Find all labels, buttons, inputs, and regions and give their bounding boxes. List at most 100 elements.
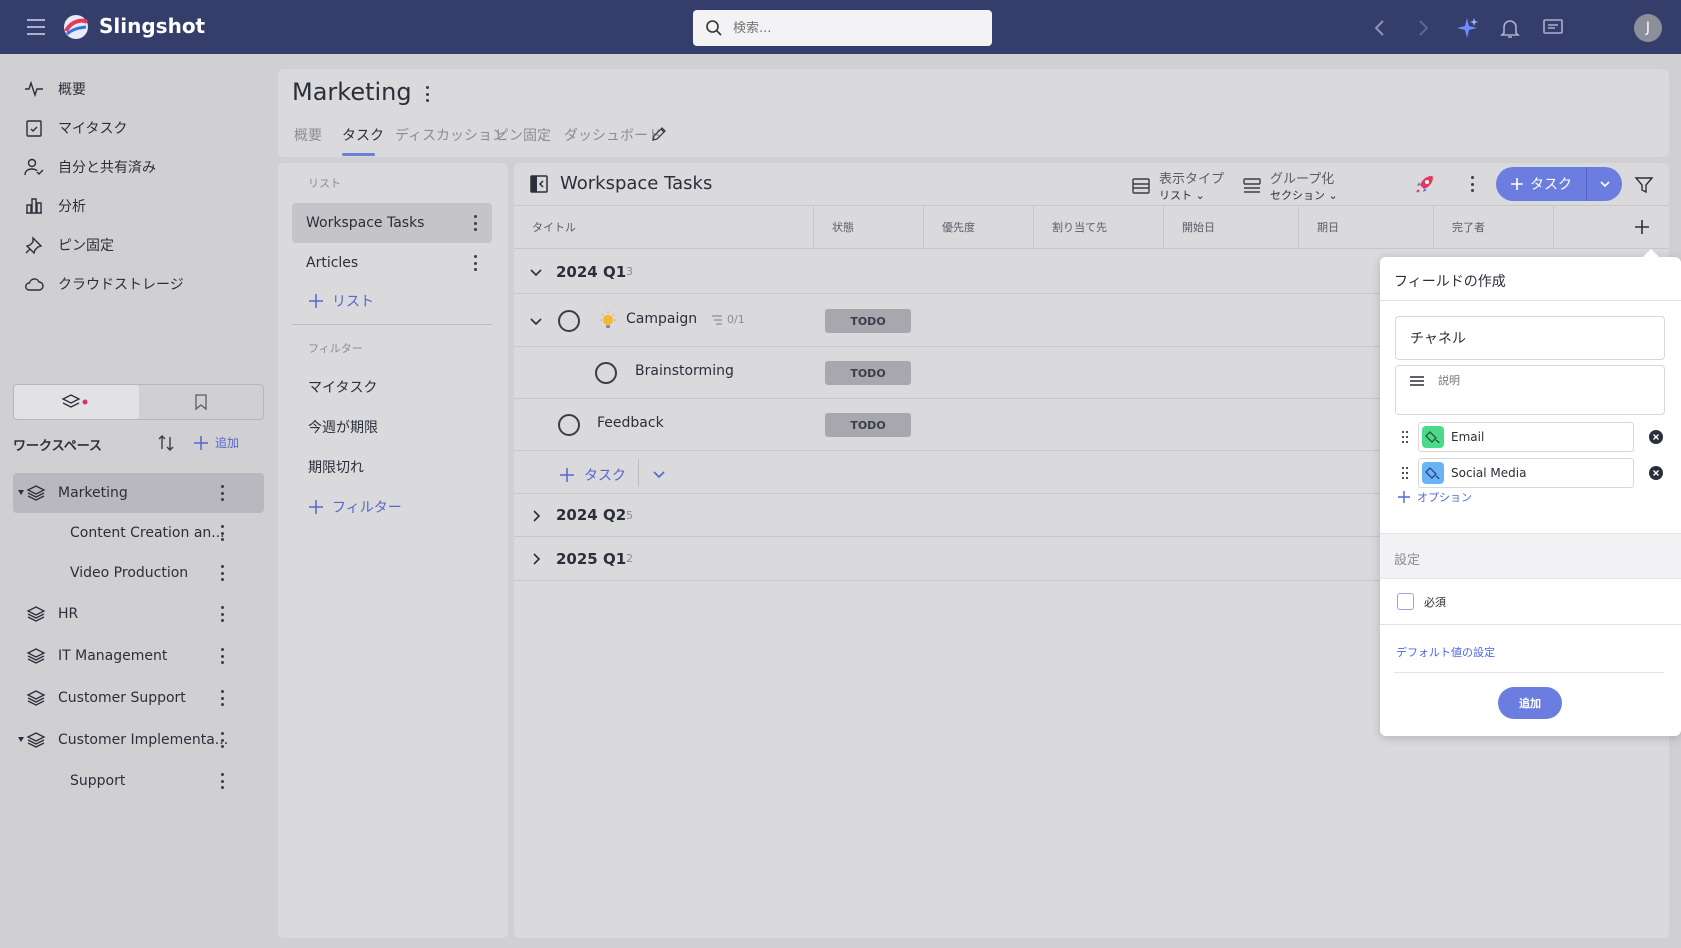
- workspace-item-customer-support[interactable]: Customer Support: [13, 678, 264, 718]
- more-options-icon[interactable]: [472, 215, 478, 231]
- project-more-icon[interactable]: [424, 86, 430, 102]
- chevron-down-icon[interactable]: [528, 264, 544, 280]
- workspace-item-video-production[interactable]: Video Production: [13, 553, 264, 593]
- chat-icon[interactable]: [1541, 16, 1565, 40]
- column-header-start-date[interactable]: 開始日: [1164, 206, 1299, 248]
- description-field[interactable]: [1395, 365, 1665, 415]
- workspace-item-it-management[interactable]: IT Management: [13, 636, 264, 676]
- color-picker-icon[interactable]: [1422, 426, 1444, 448]
- workspace-item-marketing[interactable]: Marketing: [13, 473, 264, 513]
- bookmarks-toggle[interactable]: [139, 385, 264, 419]
- more-options-icon[interactable]: [219, 690, 225, 706]
- chevron-down-icon[interactable]: [651, 466, 667, 482]
- notification-bell-icon[interactable]: [1498, 16, 1522, 40]
- task-title[interactable]: Campaign: [626, 311, 697, 327]
- more-options-icon[interactable]: [219, 485, 225, 501]
- list-item-articles[interactable]: Articles: [292, 243, 492, 283]
- required-checkbox[interactable]: 必須: [1397, 593, 1446, 610]
- status-badge[interactable]: TODO: [825, 309, 911, 333]
- hamburger-menu-icon[interactable]: [24, 16, 48, 38]
- tab-tasks[interactable]: タスク: [342, 125, 384, 145]
- expand-caret-icon[interactable]: [18, 490, 24, 495]
- workspace-item-support[interactable]: Support: [13, 761, 264, 801]
- tab-pinned[interactable]: ピン固定: [495, 125, 551, 145]
- more-options-icon[interactable]: [219, 648, 225, 664]
- inline-add-task-button[interactable]: タスク: [558, 465, 626, 485]
- rocket-icon[interactable]: [1414, 173, 1436, 195]
- add-field-button[interactable]: 追加: [1498, 687, 1562, 719]
- column-header-assignee[interactable]: 割り当て先: [1034, 206, 1164, 248]
- workspace-item-content-creation[interactable]: Content Creation an...: [13, 513, 264, 553]
- more-options-icon[interactable]: [219, 565, 225, 581]
- task-complete-checkbox[interactable]: [595, 362, 617, 384]
- collapse-panel-icon[interactable]: [529, 174, 549, 194]
- filter-due-this-week[interactable]: 今週が期限: [308, 417, 378, 437]
- more-options-icon[interactable]: [219, 773, 225, 789]
- tab-dashboard[interactable]: ダッシュボード: [564, 125, 662, 145]
- checkbox-box[interactable]: [1397, 593, 1414, 610]
- search-box[interactable]: [693, 10, 992, 46]
- column-header-priority[interactable]: 優先度: [924, 206, 1034, 248]
- list-item-workspace-tasks[interactable]: Workspace Tasks: [292, 203, 492, 243]
- more-options-icon[interactable]: [219, 525, 225, 541]
- chevron-right-icon[interactable]: [528, 551, 544, 567]
- search-input[interactable]: [733, 20, 953, 36]
- workspaces-toggle[interactable]: [14, 385, 139, 419]
- status-badge[interactable]: TODO: [825, 413, 911, 437]
- more-options-icon[interactable]: [219, 732, 225, 748]
- ai-sparkle-icon[interactable]: [1455, 16, 1479, 40]
- task-complete-checkbox[interactable]: [558, 310, 580, 332]
- remove-option-icon[interactable]: [1649, 466, 1663, 480]
- add-filter-button[interactable]: フィルター: [308, 497, 402, 517]
- back-arrow-icon[interactable]: [1368, 16, 1392, 40]
- workspace-item-hr[interactable]: HR: [13, 594, 264, 634]
- add-task-button[interactable]: タスク: [1496, 167, 1586, 201]
- workspace-item-customer-implementation[interactable]: Customer Implementa...: [13, 720, 264, 760]
- column-header-due-date[interactable]: 期日: [1299, 206, 1434, 248]
- user-avatar[interactable]: J: [1634, 14, 1662, 42]
- edit-pencil-icon[interactable]: [650, 125, 668, 143]
- more-options-icon[interactable]: [472, 255, 478, 271]
- filter-funnel-icon[interactable]: [1633, 174, 1655, 196]
- field-name-input[interactable]: [1395, 316, 1665, 360]
- option-label-input[interactable]: [1451, 427, 1627, 447]
- status-badge[interactable]: TODO: [825, 361, 911, 385]
- add-workspace-button[interactable]: 追加: [193, 434, 239, 451]
- chevron-right-icon[interactable]: [528, 508, 544, 524]
- add-option-button[interactable]: オプション: [1397, 489, 1472, 505]
- add-column-plus-icon[interactable]: [1633, 218, 1651, 236]
- nav-item-cloud-storage[interactable]: クラウドストレージ: [24, 269, 184, 299]
- color-picker-icon[interactable]: [1422, 462, 1444, 484]
- drag-handle-icon[interactable]: [1401, 430, 1409, 444]
- nav-item-overview[interactable]: 概要: [24, 74, 86, 104]
- nav-item-analytics[interactable]: 分析: [24, 191, 86, 221]
- default-value-link[interactable]: デフォルト値の設定: [1396, 644, 1495, 660]
- chevron-down-icon[interactable]: [528, 313, 544, 329]
- task-title[interactable]: Feedback: [597, 415, 664, 431]
- remove-option-icon[interactable]: [1649, 430, 1663, 444]
- forward-arrow-icon[interactable]: [1411, 16, 1435, 40]
- nav-item-shared-with-me[interactable]: 自分と共有済み: [24, 152, 156, 182]
- nav-item-my-tasks[interactable]: マイタスク: [24, 113, 127, 143]
- description-input[interactable]: [1438, 372, 1648, 408]
- tab-overview[interactable]: 概要: [294, 125, 322, 145]
- drag-handle-icon[interactable]: [1401, 466, 1409, 480]
- add-task-dropdown[interactable]: [1587, 178, 1622, 190]
- filter-overdue[interactable]: 期限切れ: [308, 457, 364, 477]
- column-header-title[interactable]: タイトル: [514, 206, 814, 248]
- task-complete-checkbox[interactable]: [558, 414, 580, 436]
- list-more-icon[interactable]: [1469, 176, 1475, 192]
- column-header-completed-by[interactable]: 完了者: [1434, 206, 1554, 248]
- task-title[interactable]: Brainstorming: [635, 363, 734, 379]
- nav-item-pinned[interactable]: ピン固定: [24, 230, 114, 260]
- add-list-button[interactable]: リスト: [308, 291, 374, 311]
- column-header-status[interactable]: 状態: [814, 206, 924, 248]
- grouping-selector[interactable]: グループ化 セクション ⌄: [1242, 168, 1338, 203]
- more-options-icon[interactable]: [219, 606, 225, 622]
- expand-caret-icon[interactable]: [18, 737, 24, 742]
- filter-my-tasks[interactable]: マイタスク: [308, 377, 377, 397]
- tab-discussion[interactable]: ディスカッション: [395, 125, 506, 145]
- view-type-selector[interactable]: 表示タイプ リスト ⌄: [1131, 168, 1224, 203]
- sort-icon[interactable]: [155, 432, 177, 454]
- option-label-input[interactable]: [1451, 463, 1627, 483]
